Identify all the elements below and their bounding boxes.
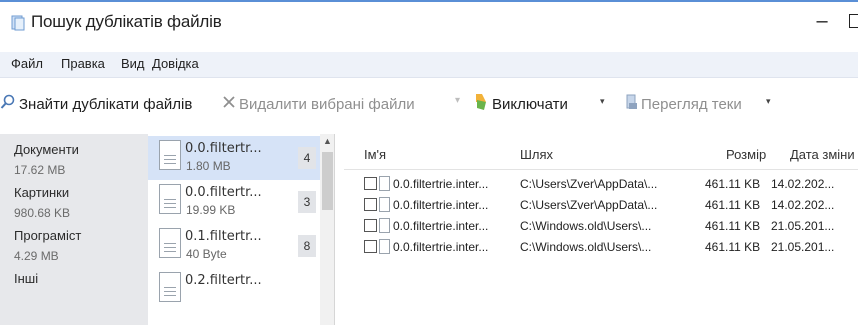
column-header-date[interactable]: Дата зміни [790,147,855,162]
maximize-button[interactable] [849,14,858,28]
scroll-thumb[interactable] [322,152,333,210]
cell-size: 461.11 KB [705,177,761,191]
cell-size: 461.11 KB [705,219,761,233]
list-item[interactable]: 0.0.filtertr... 1.80 MB 4 [148,136,320,180]
exclude-button[interactable]: Виключати [473,92,568,116]
exclude-dropdown-icon[interactable]: ▾ [600,96,605,107]
category-other[interactable]: Інші [14,271,144,292]
menu-help[interactable]: Довідка [152,56,199,71]
cell-date: 21.05.201... [771,219,835,233]
cell-date: 14.02.202... [771,177,835,191]
cell-path: C:\Users\Zver\AppData\... [520,198,658,212]
file-icon [379,218,390,233]
minimize-button[interactable]: – [811,6,833,36]
exclude-icon [473,93,489,115]
file-icon [379,176,390,191]
group-file-size: 1.80 MB [186,159,231,173]
menu-view[interactable]: Вид [121,56,145,71]
group-file-name: 0.2.filtertr... [185,273,262,288]
column-header-path[interactable]: Шлях [520,147,553,162]
group-file-name: 0.1.filtertr... [185,229,262,244]
folder-view-icon [626,94,638,114]
scroll-up-icon[interactable]: ▲ [320,136,334,150]
category-name: Документи [14,142,79,157]
cell-size: 461.11 KB [705,240,761,254]
file-icon [159,140,181,170]
search-icon [0,94,16,114]
header-divider [344,169,858,170]
toolbar: Знайти дублікати файлів Видалити вибрані… [0,80,858,130]
column-header-name[interactable]: Ім'я [364,147,386,162]
column-header-size[interactable]: Розмір [726,147,766,162]
cell-date: 21.05.201... [771,240,835,254]
browse-folder-label: Перегляд теки [641,95,742,113]
category-size: 980.68 KB [14,206,71,220]
cell-path: C:\Windows.old\Users\... [520,219,652,233]
table-row[interactable]: 0.0.filtertrie.inter... C:\Users\Zver\Ap… [344,174,858,195]
find-duplicates-button[interactable]: Знайти дублікати файлів [0,92,192,116]
menu-bar: Файл Правка Вид Довідка [0,52,858,78]
file-icon [159,228,181,258]
find-duplicates-label: Знайти дублікати файлів [19,95,193,113]
cell-name: 0.0.filtertrie.inter... [393,198,489,212]
table-row[interactable]: 0.0.filtertrie.inter... C:\Windows.old\U… [344,216,858,237]
group-count-badge: 4 [298,147,316,169]
category-pane: Документи 17.62 MB Картинки 980.68 KB Пр… [0,134,148,325]
cell-name: 0.0.filtertrie.inter... [393,240,489,254]
delete-dropdown-icon[interactable]: ▾ [455,95,460,106]
table-row[interactable]: 0.0.filtertrie.inter... C:\Windows.old\U… [344,237,858,258]
cell-name: 0.0.filtertrie.inter... [393,219,489,233]
group-file-size: 19.99 KB [186,203,236,217]
group-count-badge: 8 [298,235,316,257]
group-file-name: 0.0.filtertr... [185,141,262,156]
row-checkbox[interactable] [364,198,377,211]
list-item[interactable]: 0.2.filtertr... [148,268,320,312]
category-programs[interactable]: Програміст 4.29 MB [14,228,144,263]
delete-selected-label: Видалити вибрані файли [239,95,415,113]
file-icon [159,184,181,214]
category-pictures[interactable]: Картинки 980.68 KB [14,185,144,220]
table-row[interactable]: 0.0.filtertrie.inter... C:\Users\Zver\Ap… [344,195,858,216]
file-table: Ім'я Шлях Розмір Дата зміни 0.0.filtertr… [344,134,858,325]
group-file-size: 40 Byte [186,247,227,261]
category-name: Програміст [14,228,82,243]
file-icon [159,272,181,302]
file-icon [379,239,390,254]
cell-date: 14.02.202... [771,198,835,212]
delete-selected-button[interactable]: Видалити вибрані файли [222,92,415,116]
cell-path: C:\Users\Zver\AppData\... [520,177,658,191]
title-bar: Пошук дублікатів файлів – [0,0,858,42]
browse-folder-button[interactable]: Перегляд теки [626,92,742,116]
category-size: 17.62 MB [14,163,66,177]
more-dropdown-icon[interactable]: ▾ [766,96,771,107]
group-list-scrollbar[interactable]: ▲ [320,134,334,325]
file-icon [379,197,390,212]
cell-size: 461.11 KB [705,198,761,212]
category-size: 4.29 MB [14,249,59,263]
list-item[interactable]: 0.0.filtertr... 19.99 KB 3 [148,180,320,224]
delete-x-icon [222,95,236,113]
category-name: Картинки [14,185,70,200]
menu-file[interactable]: Файл [11,56,43,71]
row-checkbox[interactable] [364,240,377,253]
category-documents[interactable]: Документи 17.62 MB [14,142,144,177]
category-name: Інші [14,271,39,286]
group-count-badge: 3 [298,191,316,213]
group-file-name: 0.0.filtertr... [185,185,262,200]
app-icon [11,15,25,31]
menu-edit[interactable]: Правка [61,56,105,71]
row-checkbox[interactable] [364,177,377,190]
duplicate-group-list: 0.0.filtertr... 1.80 MB 4 0.0.filtertr..… [148,134,335,325]
row-checkbox[interactable] [364,219,377,232]
cell-path: C:\Windows.old\Users\... [520,240,652,254]
exclude-label: Виключати [492,95,568,113]
cell-name: 0.0.filtertrie.inter... [393,177,489,191]
list-item[interactable]: 0.1.filtertr... 40 Byte 8 [148,224,320,268]
window-title: Пошук дублікатів файлів [31,12,222,31]
